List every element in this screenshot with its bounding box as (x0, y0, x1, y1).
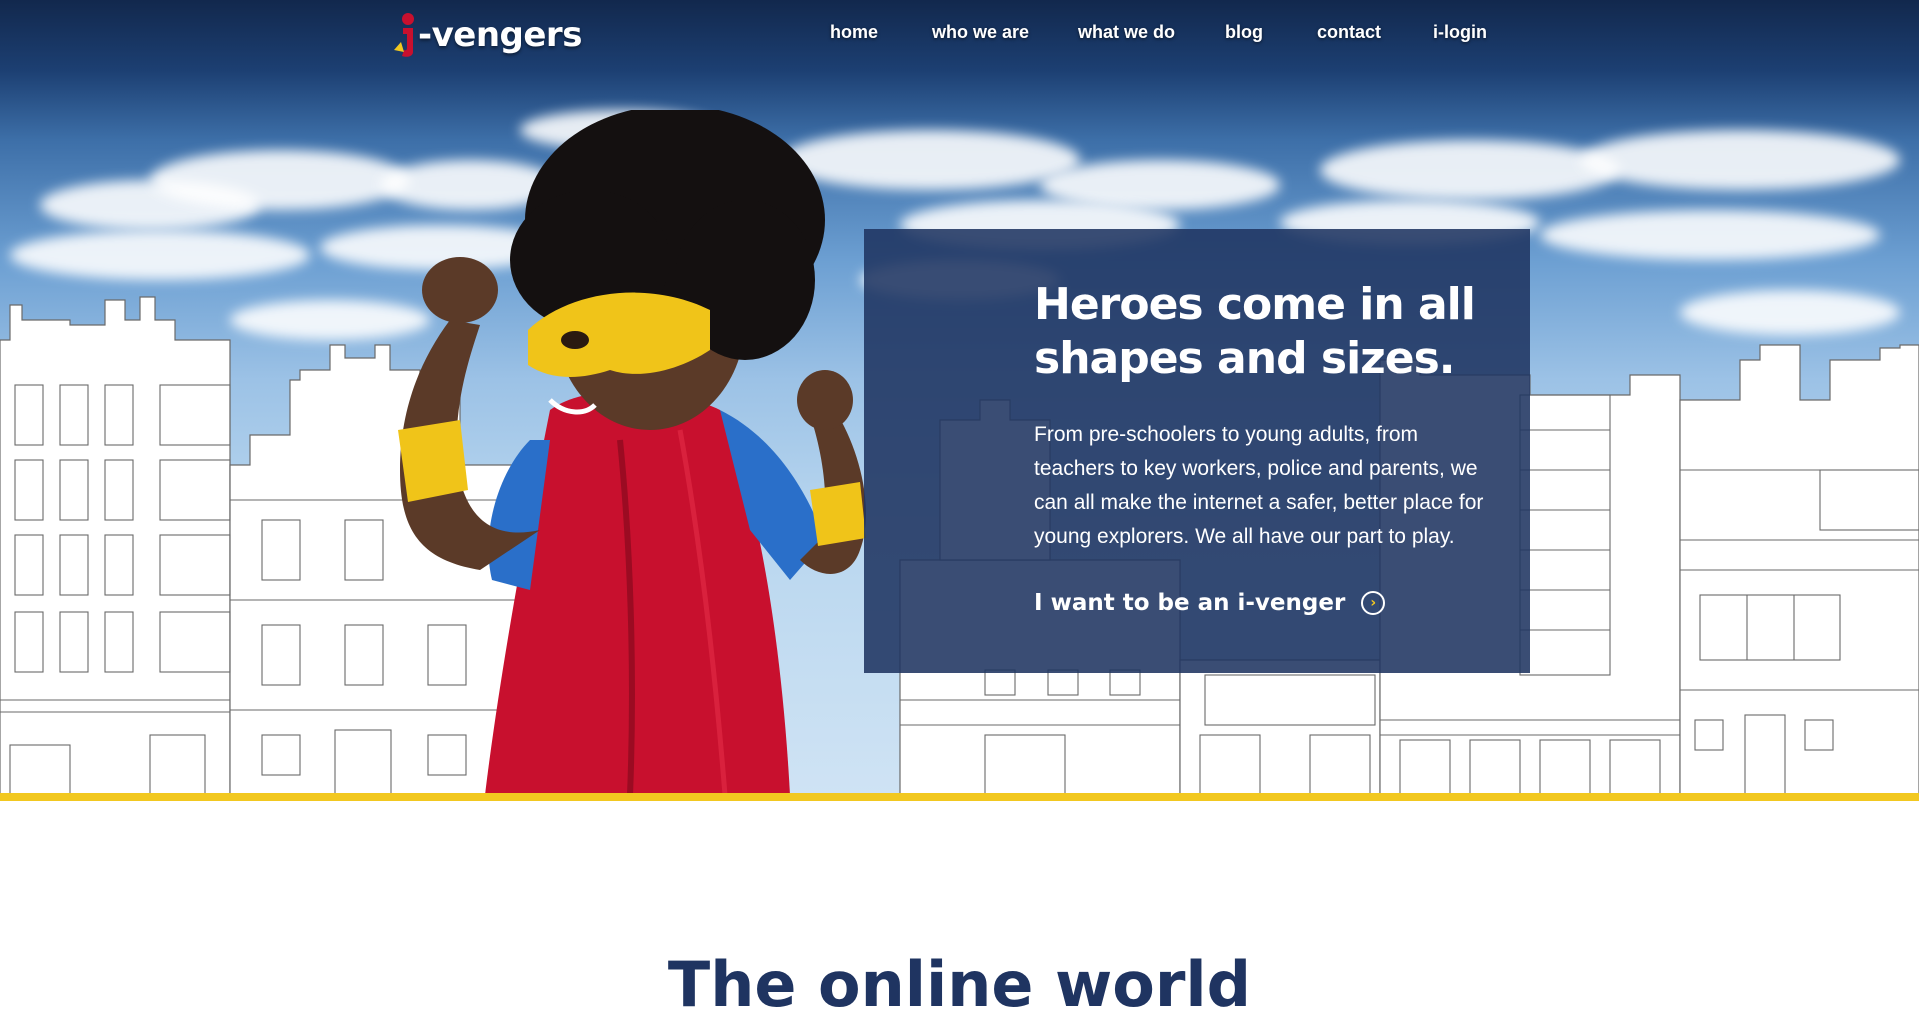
nav-item-who-we-are[interactable]: who we are (932, 22, 1029, 43)
nav-item-i-login[interactable]: i-login (1433, 22, 1487, 43)
site-logo[interactable]: -vengers (392, 10, 582, 60)
logo-text: -vengers (418, 15, 582, 55)
i-letter-mark-icon (392, 12, 418, 58)
section-heading: The online world (667, 948, 1252, 1021)
hero-title: Heroes come in all shapes and sizes. (1034, 279, 1476, 384)
nav-item-home[interactable]: home (830, 22, 878, 43)
nav-item-blog[interactable]: blog (1225, 22, 1263, 43)
chevron-right-circle-icon: › (1361, 591, 1386, 615)
cta-join-link[interactable]: I want to be an i-venger › (1034, 590, 1386, 616)
cta-label: I want to be an i-venger (1034, 590, 1346, 616)
nav-item-what-we-do[interactable]: what we do (1078, 22, 1175, 43)
hero-bottom-accent-bar (0, 793, 1919, 801)
nav-item-contact[interactable]: contact (1317, 22, 1381, 43)
hero-banner: -vengers home who we are what we do blog… (0, 0, 1919, 795)
hero-description: From pre-schoolers to young adults, from… (1034, 423, 1484, 548)
